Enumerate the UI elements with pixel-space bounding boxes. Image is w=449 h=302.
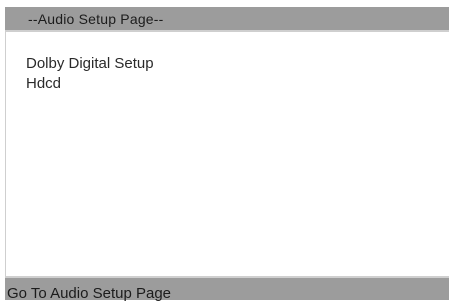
menu-list: Dolby Digital Setup Hdcd xyxy=(26,54,154,94)
menu-item-dolby-digital-setup[interactable]: Dolby Digital Setup xyxy=(26,54,154,74)
header-bar: --Audio Setup Page-- xyxy=(5,7,449,32)
audio-setup-screen: --Audio Setup Page-- Dolby Digital Setup… xyxy=(0,0,449,302)
menu-item-hdcd[interactable]: Hdcd xyxy=(26,74,154,94)
status-text: Go To Audio Setup Page xyxy=(7,285,172,302)
page-title: --Audio Setup Page-- xyxy=(28,11,164,27)
status-bar: Go To Audio Setup Page xyxy=(5,276,449,302)
